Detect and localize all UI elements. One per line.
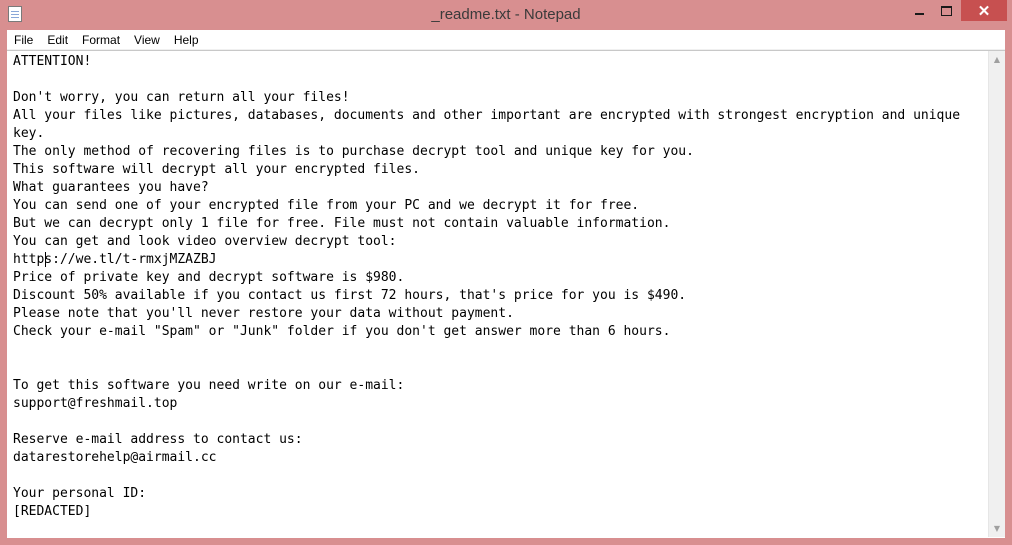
menu-help[interactable]: Help <box>167 33 206 47</box>
text-caret <box>45 252 46 267</box>
text-line: Please note that you'll never restore yo… <box>13 306 514 321</box>
menu-view[interactable]: View <box>127 33 167 47</box>
close-icon: ✕ <box>977 2 991 20</box>
text-line <box>13 359 988 377</box>
window-title: _readme.txt - Notepad <box>431 6 581 23</box>
maximize-icon <box>940 5 952 16</box>
close-button[interactable]: ✕ <box>961 0 1007 21</box>
minimize-button[interactable] <box>905 0 933 21</box>
text-line: Check your e-mail "Spam" or "Junk" folde… <box>13 324 671 339</box>
vertical-scrollbar[interactable]: ▲ ▼ <box>988 51 1005 537</box>
text-line: This software will decrypt all your encr… <box>13 162 420 177</box>
text-line: To get this software you need write on o… <box>13 378 405 393</box>
scroll-down-arrow-icon[interactable]: ▼ <box>989 520 1005 537</box>
text-line <box>13 341 988 359</box>
text-line: [REDACTED] <box>13 504 92 519</box>
text-line: Price of private key and decrypt softwar… <box>13 270 405 285</box>
text-line: What guarantees you have? <box>13 180 209 195</box>
scroll-up-arrow-icon[interactable]: ▲ <box>989 51 1005 68</box>
document-text[interactable]: ATTENTION! Don't worry, you can return al… <box>13 53 988 537</box>
text-line: You can send one of your encrypted file … <box>13 198 640 213</box>
text-line: Reserve e-mail address to contact us: <box>13 432 303 447</box>
text-line: But we can decrypt only 1 file for free.… <box>13 216 671 231</box>
title-bar[interactable]: _readme.txt - Notepad ✕ <box>0 0 1012 30</box>
menu-file[interactable]: File <box>7 33 40 47</box>
text-line: Your personal ID: <box>13 486 147 501</box>
text-line: All your files like pictures, databases,… <box>13 108 968 141</box>
menu-bar: File Edit Format View Help <box>7 30 1005 50</box>
minimize-icon <box>914 12 924 15</box>
text-line: Discount 50% available if you contact us… <box>13 288 687 303</box>
text-line: Don't worry, you can return all your fil… <box>13 90 350 105</box>
text-line: The only method of recovering files is t… <box>13 144 694 159</box>
text-line <box>13 413 988 431</box>
text-editor[interactable]: ATTENTION! Don't worry, you can return al… <box>7 50 1005 538</box>
maximize-button[interactable] <box>933 0 959 21</box>
text-line <box>13 467 988 485</box>
text-line: ATTENTION! <box>13 54 92 69</box>
menu-edit[interactable]: Edit <box>40 33 75 47</box>
menu-format[interactable]: Format <box>75 33 127 47</box>
text-line: datarestorehelp@airmail.cc <box>13 450 217 465</box>
text-line: support@freshmail.top <box>13 396 178 411</box>
text-line <box>13 71 988 89</box>
text-line: You can get and look video overview decr… <box>13 234 397 249</box>
notepad-window: _readme.txt - Notepad ✕ File Edit Format… <box>0 0 1012 545</box>
text-line: https://we.tl/t-rmxjMZAZBJ <box>13 252 217 267</box>
